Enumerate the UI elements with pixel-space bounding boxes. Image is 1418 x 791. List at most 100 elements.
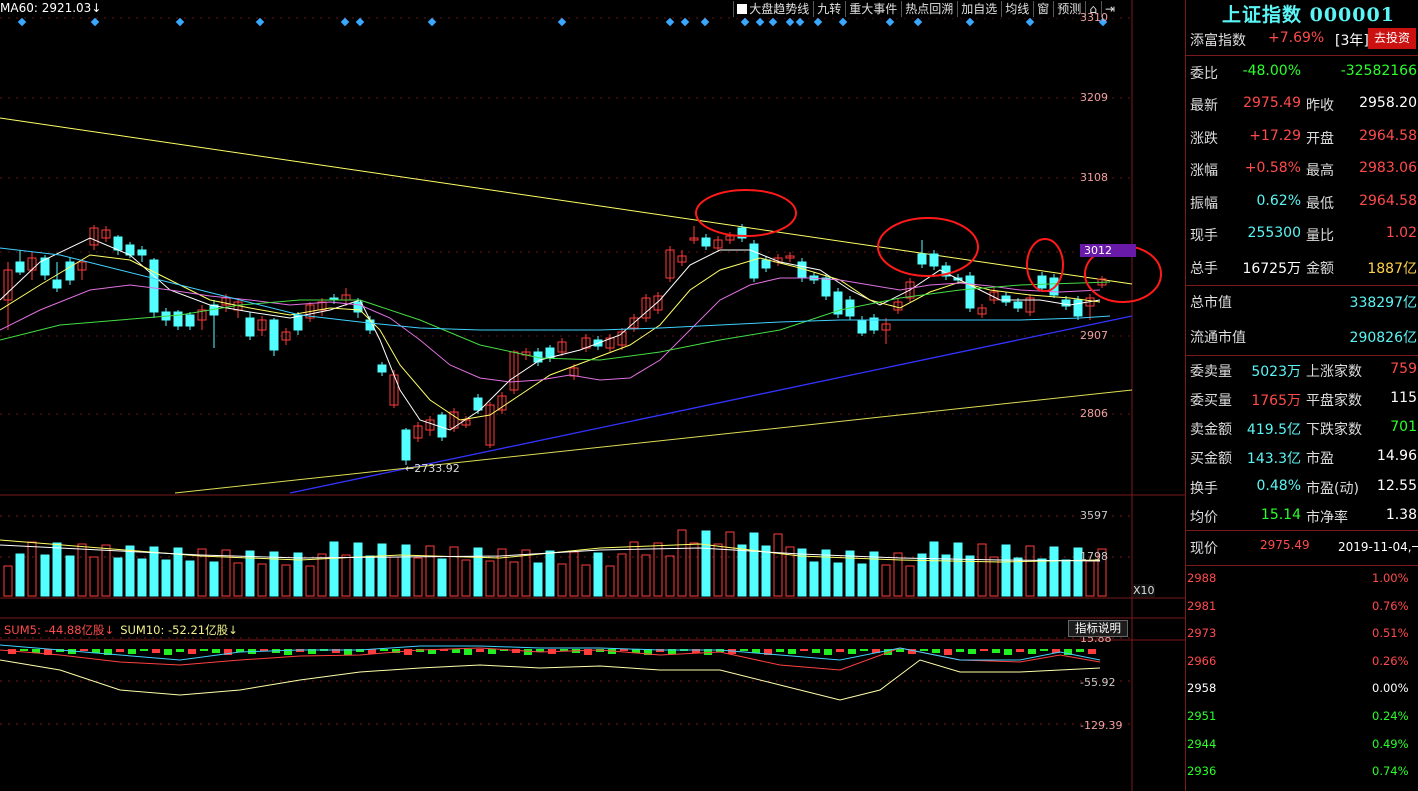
current-price-row: 现价 2975.49 2019-11-04,一 <box>1188 534 1418 560</box>
candle-body <box>52 279 62 289</box>
indicator-bar <box>488 649 496 654</box>
divider <box>1186 55 1418 56</box>
hotspot-button[interactable]: 热点回溯 <box>901 1 956 17</box>
indicator-bar <box>140 649 148 651</box>
chart-toolbar: 大盘趋势线 九转 重大事件 热点回溯 加自选 均线 窗 预测 ⌂ ⇥ <box>733 0 1118 18</box>
resistance-trendline <box>0 117 1133 285</box>
ma60-label: MA60: 2921.03↓ <box>0 1 102 15</box>
current-label: 现价 <box>1190 541 1218 557</box>
volume-bar <box>305 565 315 597</box>
quote-value-2: 701 <box>1390 419 1417 435</box>
volume-bar <box>989 556 999 597</box>
event-diamond-icon <box>965 17 975 27</box>
mini-pct-tick: 0.74% <box>1372 764 1409 779</box>
event-diamond-icon <box>755 17 765 27</box>
indicator-bar <box>968 649 976 654</box>
candle-body <box>473 397 483 411</box>
sum5-label: SUM5: -44.88亿股↓ <box>4 623 115 637</box>
indicator-bar <box>812 649 820 653</box>
quote-row: 流通市值 290826亿 <box>1188 323 1418 349</box>
quote-value-2: 2958.20 <box>1359 95 1417 111</box>
mini-pct-tick: 0.26% <box>1372 653 1409 668</box>
quote-value: 419.5亿 <box>1246 422 1301 438</box>
volume-bar <box>161 559 171 597</box>
volume-bar <box>965 555 975 597</box>
jiuzhuan-button[interactable]: 九转 <box>813 1 844 17</box>
mini-price-tick: 2958 <box>1187 681 1217 696</box>
quote-panel: 上证指数 000001 去投资 添富指数 +7.69% [3年] 委比 -48.00% -… <box>1185 0 1418 791</box>
volume-bar <box>629 541 639 597</box>
candle-body <box>917 253 927 265</box>
mini-price-tick: 2988 <box>1187 571 1217 585</box>
checkbox-icon[interactable] <box>737 4 748 14</box>
indicator-bar <box>1004 649 1012 655</box>
quote-label: 涨跌 <box>1190 131 1218 147</box>
indicator-bar <box>404 649 412 655</box>
volume-bar <box>953 542 963 597</box>
event-diamond-icon <box>427 17 437 27</box>
volume-bar <box>653 542 663 597</box>
quote-value-2: 12.55 <box>1376 478 1417 494</box>
volume-bar <box>209 561 219 597</box>
volume-bar <box>137 558 147 597</box>
price-tick: 2907 <box>1080 329 1108 342</box>
quote-label: 最新 <box>1190 98 1218 114</box>
price-tick: 2806 <box>1080 407 1108 420</box>
volume-bar <box>533 562 543 597</box>
volume-bar <box>173 547 183 597</box>
window-button[interactable]: 窗 <box>1033 1 1052 17</box>
major-events-button[interactable]: 重大事件 <box>845 1 900 17</box>
candle-body <box>1001 295 1011 303</box>
volume-bar <box>1085 560 1095 597</box>
candle-body <box>173 311 183 327</box>
quote-value-2: 14.96 <box>1376 448 1417 464</box>
volume-bar <box>65 555 75 597</box>
quote-value-2: 759 <box>1390 361 1417 377</box>
volume-bar <box>425 545 435 597</box>
quote-label: 涨幅 <box>1190 163 1218 179</box>
volume-bar <box>737 544 747 597</box>
candle-body <box>821 277 831 297</box>
volume-tick: 3597 <box>1080 509 1108 522</box>
trendline-toggle[interactable]: 大盘趋势线 <box>733 1 812 17</box>
indicator-bar <box>836 649 844 652</box>
mini-price-tick: 2973 <box>1187 626 1217 641</box>
event-diamond-icon <box>680 17 690 27</box>
quote-value: 0.62% <box>1256 193 1301 209</box>
indicator-bar <box>1076 649 1084 652</box>
candle-body <box>1037 275 1047 289</box>
candle-body <box>15 261 25 273</box>
event-diamond-icon <box>885 17 895 27</box>
candle-body <box>701 237 711 247</box>
event-diamond-icon <box>665 17 675 27</box>
quote-row: 振幅 0.62% 最低 2964.58 <box>1188 189 1418 215</box>
indicator-bar <box>380 649 388 651</box>
indicator-bar <box>1088 649 1096 654</box>
quote-value: 143.3亿 <box>1246 451 1301 467</box>
quote-row: 委卖量 5023万 上涨家数 759 <box>1188 357 1418 383</box>
price-tick: 3209 <box>1080 91 1108 104</box>
indicator-bar <box>476 649 484 652</box>
indicator-bar <box>200 649 208 651</box>
mini-pct-tick: 0.00% <box>1372 681 1409 696</box>
quote-row: 添富指数 +7.69% [3年] <box>1188 26 1418 52</box>
indicator-bar <box>452 649 460 653</box>
indicator-bar <box>524 649 532 655</box>
quote-label: 均价 <box>1190 510 1218 526</box>
add-watchlist-button[interactable]: 加自选 <box>957 1 1000 17</box>
quote-value-2: 1.38 <box>1385 507 1417 523</box>
volume-bar <box>725 531 735 597</box>
quote-value: +7.69% <box>1268 30 1325 46</box>
moving-average-button[interactable]: 均线 <box>1001 1 1032 17</box>
volume-bar <box>1049 546 1059 597</box>
volume-bar <box>52 542 62 597</box>
indicator-help-button[interactable]: 指标说明 <box>1068 620 1128 637</box>
volume-bar <box>1037 558 1047 597</box>
divider <box>1186 530 1418 531</box>
quote-label-2: 下跌家数 <box>1306 422 1362 438</box>
volume-bar <box>437 558 447 597</box>
candle-body <box>377 364 387 373</box>
event-diamond-icon <box>255 17 265 27</box>
quote-value-2: 1887亿 <box>1367 261 1417 277</box>
volume-bar <box>89 556 99 597</box>
